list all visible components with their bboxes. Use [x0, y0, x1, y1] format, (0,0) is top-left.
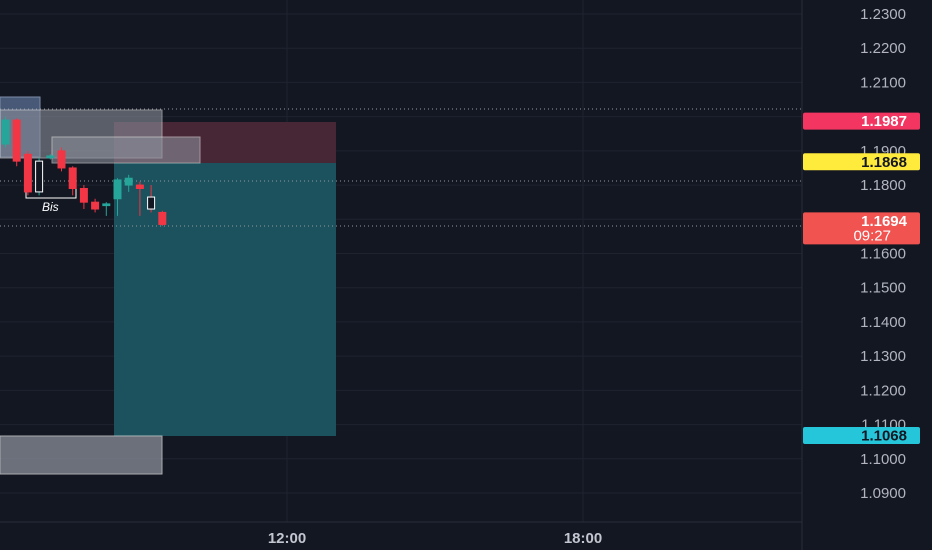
- time-tick-label: 18:00: [564, 530, 602, 547]
- price-label-value: 1.1868: [861, 154, 907, 171]
- time-tick-label: 12:00: [268, 530, 306, 547]
- price-tick-label: 1.1400: [860, 314, 906, 331]
- candle[interactable]: [57, 147, 66, 172]
- price-tick-label: 1.2300: [860, 6, 906, 23]
- candle-body: [23, 153, 32, 193]
- price-tick-label: 1.1300: [860, 348, 906, 365]
- price-label-countdown: 09:27: [853, 227, 891, 244]
- candle-body: [57, 150, 66, 169]
- price-tick-label: 1.1200: [860, 382, 906, 399]
- price-label-last-price[interactable]: 1.169409:27: [803, 212, 920, 245]
- price-tick-label: 1.2200: [860, 40, 906, 57]
- price-tick-label: 1.1000: [860, 451, 906, 468]
- candle-body: [113, 179, 122, 200]
- candle-body: [147, 196, 156, 210]
- price-tick-label: 1.1600: [860, 246, 906, 263]
- candle-body: [46, 155, 55, 159]
- demand-box-lower[interactable]: [0, 435, 163, 475]
- price-tick-label: 1.1500: [860, 280, 906, 297]
- candle[interactable]: [35, 157, 44, 196]
- candle-body: [102, 203, 111, 207]
- candle-body: [12, 119, 21, 162]
- candle-body: [35, 160, 44, 193]
- price-tick-label: 1.0900: [860, 485, 906, 502]
- price-label-value: 1.1987: [861, 113, 907, 130]
- candle-body: [124, 177, 133, 186]
- candle[interactable]: [158, 210, 167, 227]
- candle[interactable]: [23, 150, 32, 196]
- candle[interactable]: [12, 118, 21, 167]
- candle-body: [91, 201, 100, 210]
- price-label-level-1068[interactable]: 1.1068: [803, 427, 920, 445]
- candle-body: [1, 119, 10, 145]
- candle-body: [79, 187, 88, 203]
- bis-label: Bis: [42, 200, 59, 214]
- price-label-level-1987[interactable]: 1.1987: [803, 112, 920, 131]
- price-label-value: 1.1068: [861, 428, 907, 445]
- candle[interactable]: [1, 116, 10, 148]
- candle-body: [158, 211, 167, 225]
- price-tick-label: 1.2100: [860, 74, 906, 91]
- candle-body: [135, 184, 144, 189]
- candle-body: [68, 167, 77, 189]
- price-label-level-1868[interactable]: 1.1868: [803, 153, 920, 171]
- price-tick-label: 1.1800: [860, 177, 906, 194]
- supply-box-2[interactable]: [51, 136, 201, 164]
- trading-chart[interactable]: Bis 1.23001.22001.21001.19001.18001.1600…: [0, 0, 932, 550]
